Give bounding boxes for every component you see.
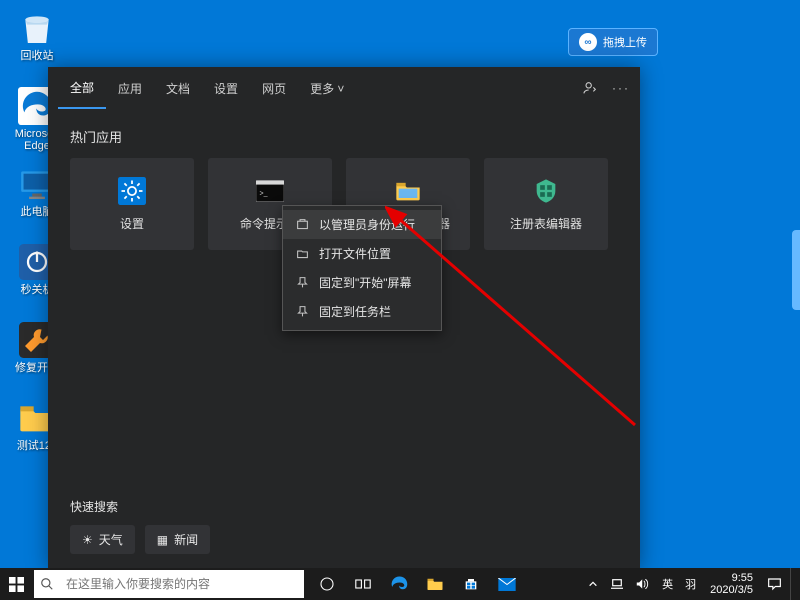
feedback-icon[interactable] (582, 80, 598, 96)
edge-button[interactable] (384, 568, 414, 600)
svg-text:>_: >_ (260, 190, 268, 197)
desktop-icon-recycle[interactable]: 回收站 (10, 8, 64, 62)
tab-4[interactable]: 网页 (250, 67, 298, 109)
pill-label: 拖拽上传 (603, 34, 647, 50)
context-item-3[interactable]: 固定到任务栏 (283, 297, 441, 326)
panel-body: 热门应用 设置>_命令提示符文件资源管理器注册表编辑器 快速搜索 ☀天气▦新闻 (48, 109, 640, 570)
explorer-button[interactable] (420, 568, 450, 600)
context-item-icon (295, 247, 309, 261)
tab-5[interactable]: 更多 ˅ (298, 67, 356, 109)
chips-row: ☀ 天气 ▦ 新闻 (70, 525, 210, 554)
system-tray: 英 羽 9:55 2020/3/5 (584, 568, 800, 600)
news-icon: ▦ (157, 533, 168, 547)
network-icon[interactable] (606, 578, 628, 590)
taskbar: 英 羽 9:55 2020/3/5 (0, 568, 800, 600)
tab-2[interactable]: 文档 (154, 67, 202, 109)
tray-chevron-icon[interactable] (584, 579, 602, 589)
quick-title: 快速搜索 (70, 498, 210, 515)
start-button[interactable] (0, 568, 32, 600)
context-item-label: 固定到任务栏 (319, 303, 391, 320)
clock-date: 2020/3/5 (710, 584, 753, 596)
more-icon[interactable]: ··· (612, 81, 630, 95)
panel-tabs: 全部应用文档设置网页更多 ˅ ··· (48, 67, 640, 109)
side-accent (792, 230, 800, 310)
tile-label: 注册表编辑器 (510, 215, 582, 232)
context-item-0[interactable]: 以管理员身份运行 (283, 210, 441, 239)
regedit-icon (532, 177, 560, 205)
context-item-label: 打开文件位置 (319, 245, 391, 262)
explorer-icon (394, 177, 422, 205)
context-item-icon (295, 305, 309, 319)
recycle-icon (17, 8, 57, 48)
ime-indicator[interactable]: 英 (658, 576, 677, 592)
chip-label: 新闻 (174, 531, 198, 548)
tab-1[interactable]: 应用 (106, 67, 154, 109)
clock-time: 9:55 (710, 572, 753, 584)
settings-icon (118, 177, 146, 205)
search-icon (34, 577, 60, 591)
tab-0[interactable]: 全部 (58, 67, 106, 109)
tab-3[interactable]: 设置 (202, 67, 250, 109)
quick-search-section: 快速搜索 ☀ 天气 ▦ 新闻 (70, 498, 210, 554)
chip-weather[interactable]: ☀ 天气 (70, 525, 135, 554)
desktop-icon-label: 回收站 (10, 50, 64, 62)
tile-label: 设置 (120, 215, 144, 232)
taskview-button[interactable] (348, 568, 378, 600)
search-input[interactable] (60, 577, 304, 591)
cloud-icon: ∞ (579, 33, 597, 51)
ime-indicator-2[interactable]: 羽 (681, 576, 700, 592)
tile-settings[interactable]: 设置 (70, 158, 194, 250)
tile-regedit[interactable]: 注册表编辑器 (484, 158, 608, 250)
context-item-1[interactable]: 打开文件位置 (283, 239, 441, 268)
mail-button[interactable] (492, 568, 522, 600)
show-desktop-button[interactable] (790, 568, 796, 600)
store-button[interactable] (456, 568, 486, 600)
context-item-icon (295, 218, 309, 232)
cmd-icon: >_ (256, 177, 284, 205)
upload-pill[interactable]: ∞ 拖拽上传 (568, 28, 658, 56)
cortana-button[interactable] (312, 568, 342, 600)
context-item-icon (295, 276, 309, 290)
chip-label: 天气 (99, 531, 123, 548)
taskbar-pinned (312, 568, 522, 600)
context-item-2[interactable]: 固定到"开始"屏幕 (283, 268, 441, 297)
action-center-icon[interactable] (763, 577, 786, 591)
taskbar-search[interactable] (34, 570, 304, 598)
weather-icon: ☀ (82, 533, 93, 547)
clock[interactable]: 9:55 2020/3/5 (704, 572, 759, 596)
context-item-label: 固定到"开始"屏幕 (319, 274, 412, 291)
context-menu: 以管理员身份运行打开文件位置固定到"开始"屏幕固定到任务栏 (282, 205, 442, 331)
volume-icon[interactable] (632, 578, 654, 590)
context-item-label: 以管理员身份运行 (319, 216, 415, 233)
section-title: 热门应用 (70, 127, 618, 146)
chip-news[interactable]: ▦ 新闻 (145, 525, 210, 554)
